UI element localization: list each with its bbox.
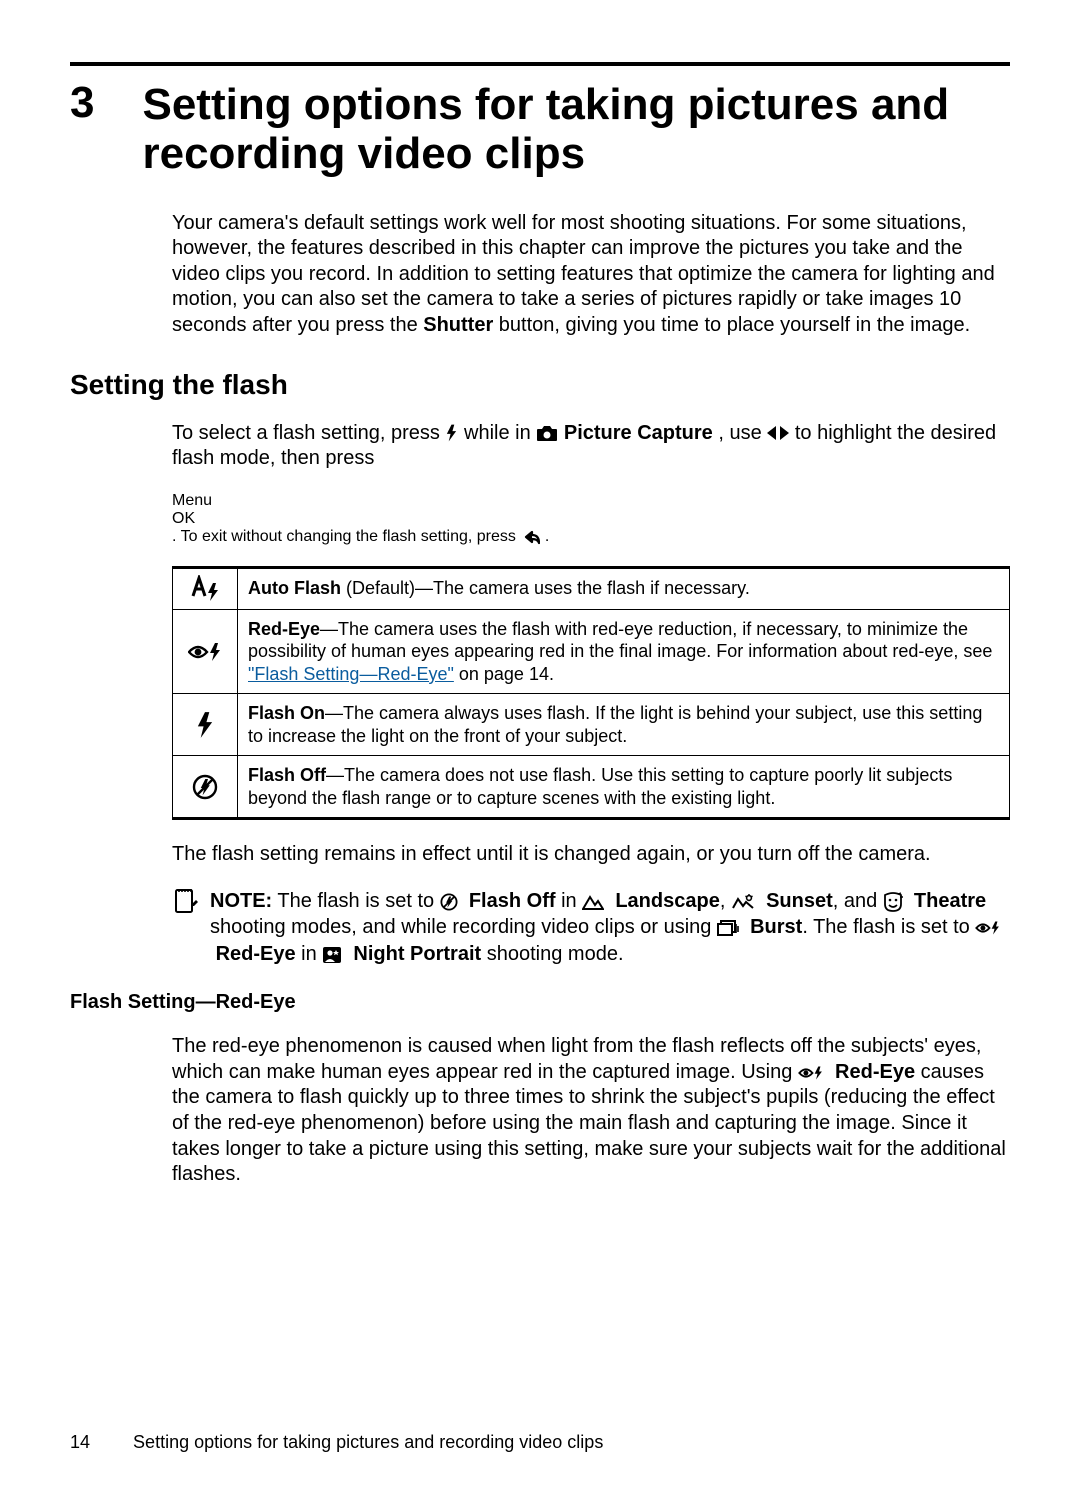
theatre-icon [883, 892, 903, 912]
page-footer: 14 Setting options for taking pictures a… [70, 1432, 603, 1453]
red-eye-desc: Red-Eye—The camera uses the flash with r… [238, 609, 1010, 694]
flash-settings-table: Auto Flash (Default)—The camera uses the… [172, 566, 1010, 821]
section-heading-flash: Setting the flash [70, 369, 1010, 401]
table-row: Auto Flash (Default)—The camera uses the… [173, 567, 1010, 609]
night-portrait-icon [322, 946, 342, 964]
table-row: Flash Off—The camera does not use flash.… [173, 756, 1010, 819]
table-row: Red-Eye—The camera uses the flash with r… [173, 609, 1010, 694]
flash-on-icon [195, 712, 215, 738]
red-eye-link[interactable]: "Flash Setting—Red-Eye" [248, 664, 454, 684]
note-block: NOTE: The flash is set to Flash Off in L… [172, 888, 1010, 967]
landscape-icon [582, 894, 604, 910]
flash-off-icon [440, 893, 458, 911]
subsection-heading-redeye: Flash Setting—Red-Eye [70, 991, 1010, 1014]
flash-icon [445, 423, 458, 443]
auto-flash-icon [189, 575, 221, 603]
left-right-arrows-icon [767, 425, 789, 441]
chapter-title: Setting options for taking pictures and … [142, 80, 1010, 179]
chapter-number: 3 [70, 80, 94, 126]
flash-off-desc: Flash Off—The camera does not use flash.… [238, 756, 1010, 819]
flash-off-icon [192, 774, 218, 800]
flash-instructions: To select a flash setting, press while i… [172, 421, 1010, 472]
burst-icon [717, 919, 739, 937]
sunset-icon [731, 894, 755, 910]
note-icon [172, 888, 198, 914]
auto-flash-desc: Auto Flash (Default)—The camera uses the… [238, 567, 1010, 609]
red-eye-icon [798, 1065, 824, 1081]
redeye-paragraph: The red-eye phenomenon is caused when li… [172, 1034, 1010, 1188]
after-table-note: The flash setting remains in effect unti… [172, 842, 1010, 868]
page-number: 14 [70, 1432, 90, 1452]
intro-paragraph: Your camera's default settings work well… [172, 211, 1010, 339]
footer-title: Setting options for taking pictures and … [133, 1432, 603, 1452]
top-rule [70, 62, 1010, 66]
camera-icon [536, 425, 558, 442]
flash-on-desc: Flash On—The camera always uses flash. I… [238, 694, 1010, 756]
red-eye-icon [188, 641, 222, 663]
back-arrow-icon [520, 528, 540, 546]
table-row: Flash On—The camera always uses flash. I… [173, 694, 1010, 756]
chapter-heading: 3 Setting options for taking pictures an… [70, 80, 1010, 179]
red-eye-icon [975, 920, 1001, 936]
